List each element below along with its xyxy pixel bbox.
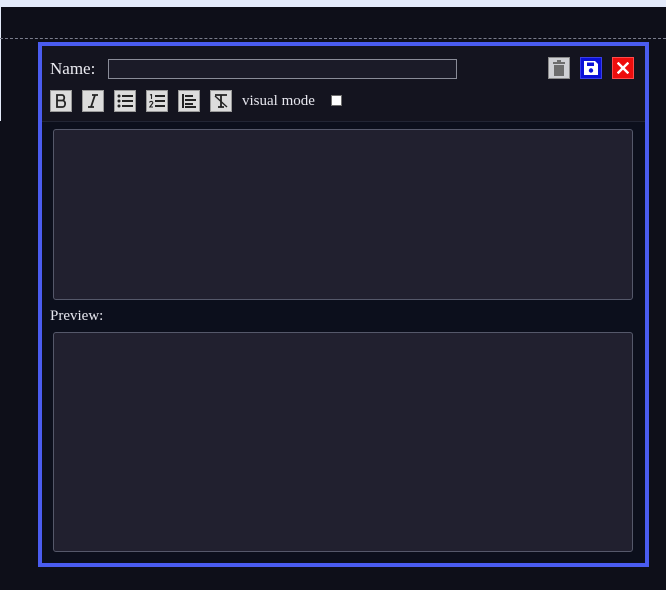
ordered-list-icon [149, 94, 165, 108]
clear-formatting-icon [214, 94, 228, 108]
note-editor-panel: Name: visual mode Preview: [38, 42, 649, 567]
bold-button[interactable] [50, 90, 72, 112]
bullet-list-button[interactable] [114, 90, 136, 112]
trash-icon [553, 60, 565, 76]
bold-icon [56, 94, 67, 108]
close-button[interactable] [612, 57, 634, 79]
save-button[interactable] [580, 57, 602, 79]
floppy-disk-icon [584, 61, 598, 75]
italic-icon [88, 94, 98, 108]
dashed-divider [0, 38, 666, 39]
preview-area [53, 332, 633, 552]
visual-mode-checkbox[interactable] [331, 95, 342, 106]
close-icon [617, 62, 629, 74]
align-left-icon [182, 94, 196, 108]
clear-format-button[interactable] [210, 90, 232, 112]
unordered-list-icon [117, 94, 133, 108]
name-label: Name: [50, 59, 96, 78]
visual-mode-label: visual mode [242, 93, 315, 109]
editor-header: Name: visual mode [42, 46, 645, 122]
delete-button[interactable] [548, 57, 570, 79]
name-input[interactable] [108, 59, 457, 79]
align-left-button[interactable] [178, 90, 200, 112]
numbered-list-button[interactable] [146, 90, 168, 112]
left-edge-strip [0, 7, 1, 121]
top-strip [0, 0, 666, 7]
note-text-area[interactable] [53, 129, 633, 300]
preview-label: Preview: [50, 308, 104, 324]
italic-button[interactable] [82, 90, 104, 112]
